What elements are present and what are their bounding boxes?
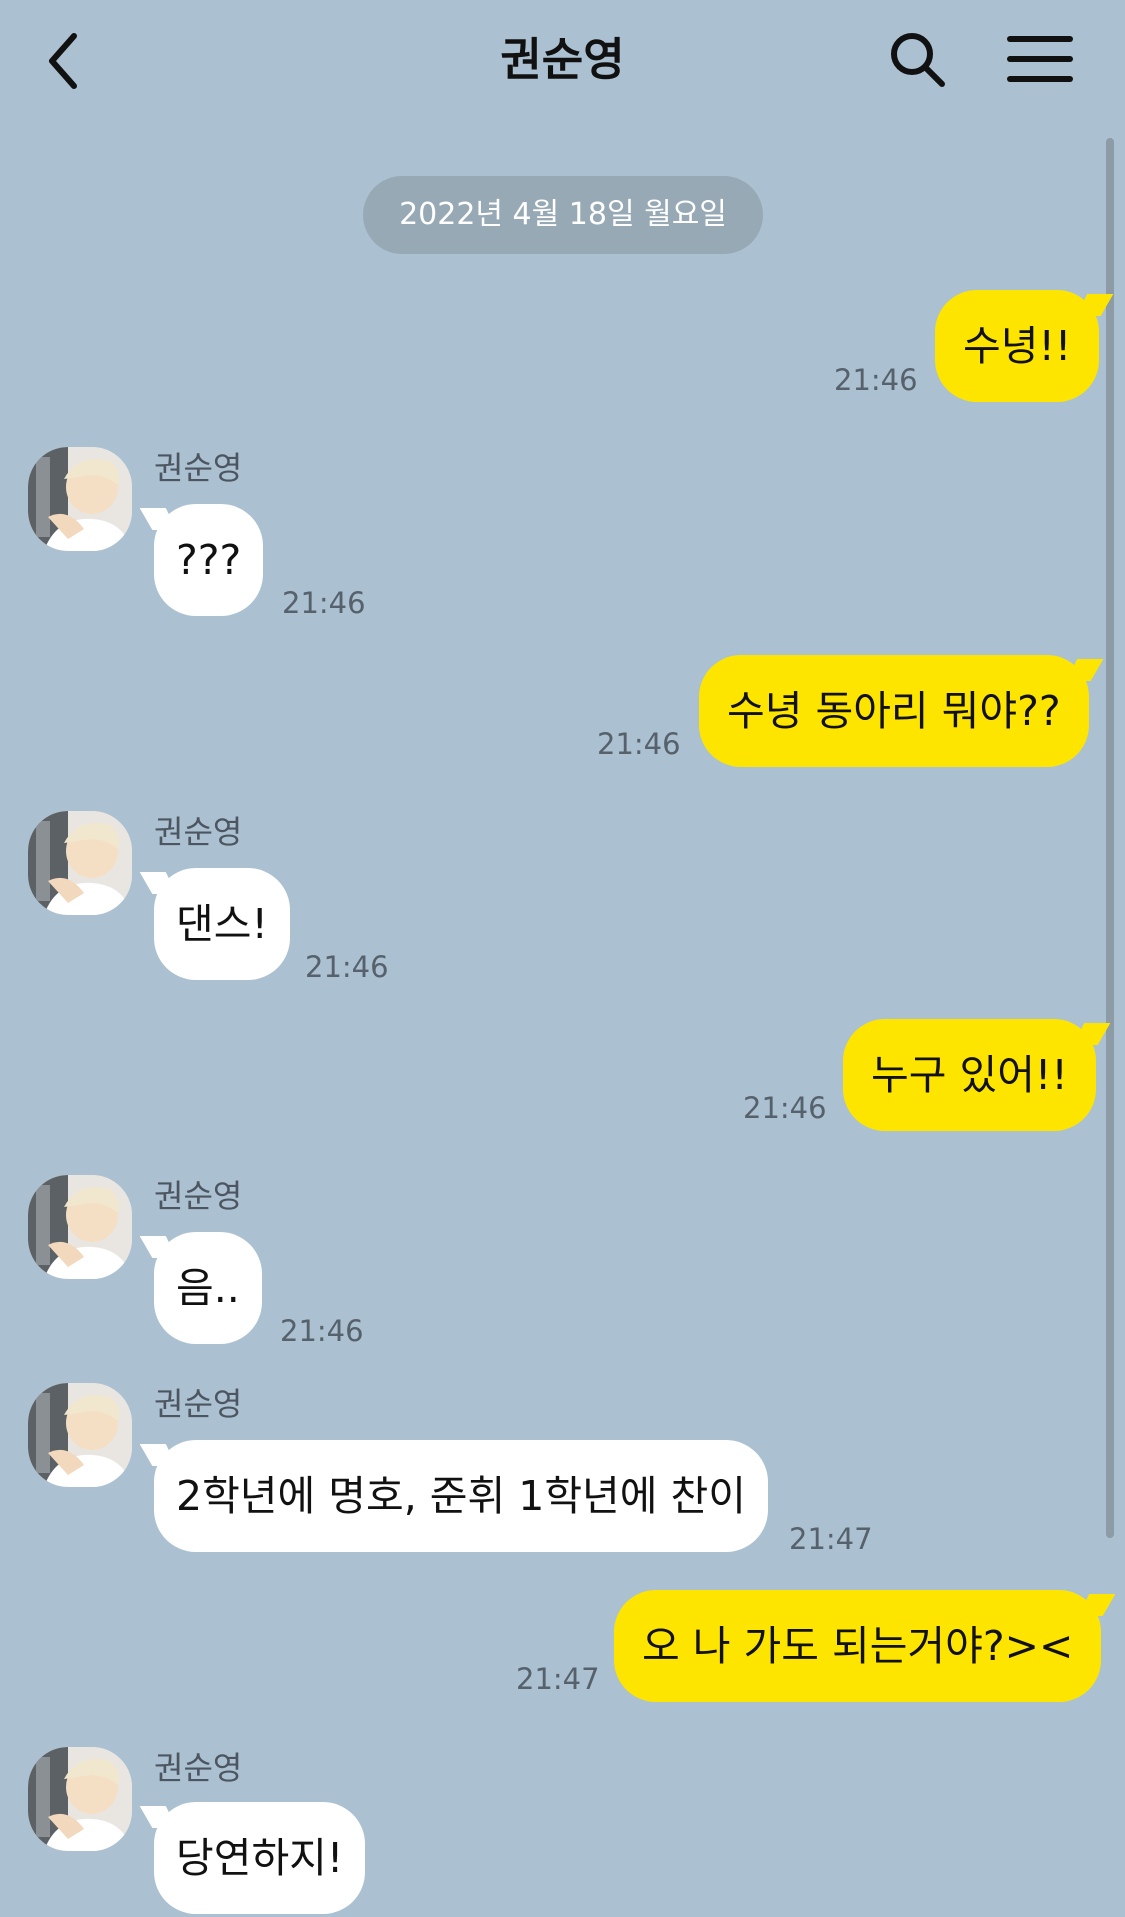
message-time: 21:47 [789, 1522, 873, 1556]
sender-name: 권순영 [154, 1749, 243, 1787]
profile-photo [28, 1383, 132, 1487]
sender-name: 권순영 [154, 813, 243, 851]
message-text: 누구 있어!! [871, 1051, 1068, 1099]
message-text: 댄스! [176, 900, 268, 948]
date-divider: 2022년 4월 18일 월요일 [363, 176, 763, 254]
outgoing-message-bubble[interactable]: 수녕 동아리 뭐야?? [699, 655, 1089, 767]
message-time: 21:46 [305, 950, 389, 984]
outgoing-message-bubble[interactable]: 오 나 가도 되는거야?>< [614, 1590, 1102, 1702]
profile-photo [28, 447, 132, 551]
outgoing-message-bubble[interactable]: 누구 있어!! [843, 1019, 1096, 1131]
incoming-message-bubble[interactable]: 2학년에 명호, 준휘 1학년에 찬이 [154, 1440, 768, 1552]
sender-name: 권순영 [154, 1177, 243, 1215]
avatar[interactable] [28, 1747, 132, 1851]
message-text: 수녕!! [963, 322, 1072, 370]
message-time: 21:46 [743, 1091, 827, 1125]
message-text: 수녕 동아리 뭐야?? [727, 687, 1061, 735]
chat-header: 권순영 [0, 0, 1125, 120]
profile-photo [28, 811, 132, 915]
message-time: 21:46 [280, 1314, 364, 1348]
avatar[interactable] [28, 1383, 132, 1487]
message-time: 21:46 [834, 363, 918, 397]
avatar[interactable] [28, 811, 132, 915]
message-text: ??? [176, 536, 242, 584]
avatar[interactable] [28, 447, 132, 551]
message-text: 2학년에 명호, 준휘 1학년에 찬이 [176, 1472, 746, 1520]
sender-name: 권순영 [154, 1385, 243, 1423]
incoming-message-bubble[interactable]: ??? [154, 504, 264, 616]
incoming-message-bubble[interactable]: 음.. [154, 1232, 262, 1344]
message-time: 21:47 [516, 1662, 600, 1696]
scrollbar[interactable] [1106, 138, 1114, 1538]
sender-name: 권순영 [154, 449, 243, 487]
incoming-message-bubble[interactable]: 댄스! [154, 868, 290, 980]
profile-photo [28, 1175, 132, 1279]
outgoing-message-bubble[interactable]: 수녕!! [935, 290, 1100, 402]
message-text: 오 나 가도 되는거야?>< [642, 1622, 1074, 1670]
message-time: 21:46 [597, 727, 681, 761]
search-icon[interactable] [888, 30, 948, 90]
message-text: 당연하지! [176, 1834, 344, 1882]
message-time: 21:46 [282, 586, 366, 620]
hamburger-menu-icon[interactable] [1007, 34, 1073, 84]
chat-title: 권순영 [500, 33, 625, 86]
incoming-message-bubble[interactable]: 당연하지! [154, 1802, 366, 1914]
profile-photo [28, 1747, 132, 1851]
message-text: 음.. [176, 1264, 240, 1312]
avatar[interactable] [28, 1175, 132, 1279]
